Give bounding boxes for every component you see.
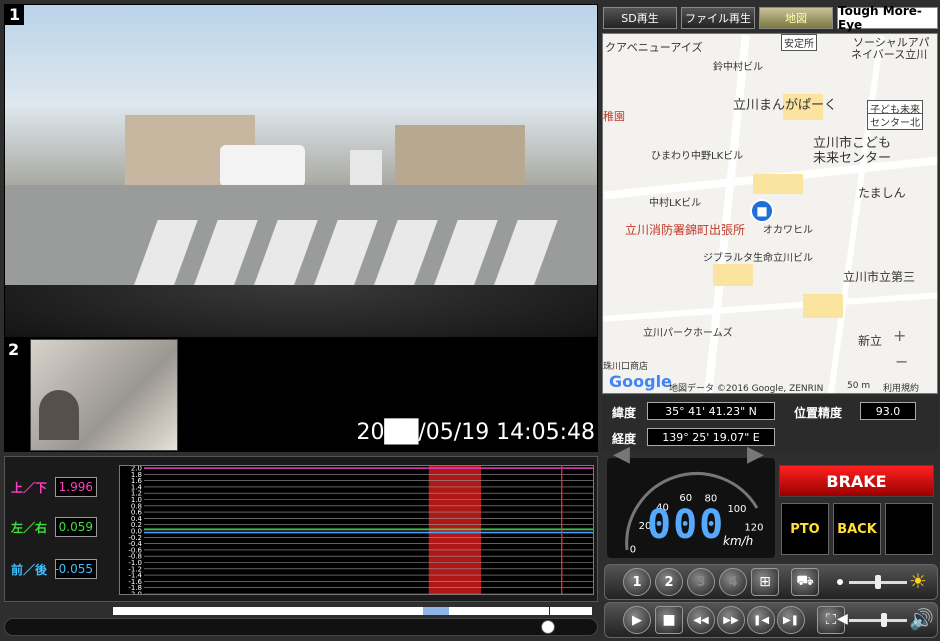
map-attribution: 地図データ ©2016 Google, ZENRIN [669,384,824,394]
seek-bar[interactable] [4,618,598,636]
speed-unit: km/h [723,534,754,548]
volume-high-icon: 🔊 [909,607,934,631]
brake-indicator: BRAKE [779,465,934,497]
latitude-value: 35° 41' 41.23" N [647,402,775,420]
step-forward-button[interactable]: ▶❚ [777,606,805,634]
pto-indicator: PTO [781,503,829,555]
truck-icon[interactable]: ⛟ [791,568,819,596]
playback-control-row: ▶ ■ ◀◀ ▶▶ ❚◀ ▶❚ ⛶ ◀ 🔊 [604,602,938,638]
camera-2-view[interactable] [30,339,178,451]
tab-file-playback[interactable]: ファイル再生 [681,7,755,29]
map-label: 新立 [858,334,883,348]
map-label: 立川市立第三 [843,270,916,284]
volume-low-icon: ◀ [837,611,848,627]
map-label: 稚園 [603,110,625,123]
play-button[interactable]: ▶ [623,606,651,634]
map-label: 安定所 [781,34,817,51]
camera-number: 2 [8,340,20,359]
map-label: 立川消防署錦町出張所 [625,223,746,237]
camera-control-row: 1 2 3 4 ⊞ ⛟ ☀ [604,564,938,600]
g-sensor-chart[interactable]: 2.01.81.61.41.21.00.80.60.40.20.0-0.2-0.… [119,465,594,595]
arrow-right-icon[interactable]: ▶ [747,442,764,467]
camera-4-button[interactable]: 4 [719,568,747,596]
google-logo: Google [609,372,672,391]
vehicle [350,150,382,186]
brightness-low-icon [837,579,843,585]
accuracy-label: 位置精度 [794,406,843,420]
vehicle [220,145,305,187]
map-scale: 50 m [847,381,871,391]
map-view[interactable]: クアベニューアイズ 安定所 ソーシャルアパ ネイバース立川 鈴中村ビル 立川まん… [602,33,938,394]
speed-tick-label: 0 [630,544,636,555]
map-label: たましん [858,186,906,200]
camera-1-button[interactable]: 1 [623,568,651,596]
map-road [603,292,937,322]
back-indicator: BACK [833,503,881,555]
map-label: 鈴中村ビル [713,62,763,73]
map-label: 中村LKビル [649,198,702,209]
map-label: 立川パークホームズ [643,328,733,339]
speed-value: 000 [647,502,726,548]
updown-value: 1.996 [55,477,97,497]
updown-label: 上／下 [11,481,48,495]
camera-number: 1 [5,5,25,25]
frontback-label: 前／後 [11,563,48,577]
zoom-in-button[interactable]: + [893,326,906,345]
speed-tick-label: 100 [727,504,746,515]
map-label: 未来センター [813,151,892,166]
chart-tick-label: -2.0 [128,591,142,596]
arrow-left-icon[interactable]: ◀ [613,442,630,467]
leftright-value: 0.059 [55,517,97,537]
view-tabs: SD再生 ファイル再生 地図 Tough More-Eye [603,4,938,32]
timeline-bar[interactable] [113,607,592,615]
leftright-label: 左／右 [11,521,48,535]
chart-highlight [428,466,481,594]
step-back-button[interactable]: ❚◀ [747,606,775,634]
timeline-cursor [549,607,550,615]
status-indicator-empty [885,503,933,555]
map-terms-link[interactable]: 利用規約 [883,381,919,393]
map-block [753,174,803,194]
g-sensor-panel: 上／下 1.996 左／右 0.059 前／後 -0.055 2.0 1.8 1.6… [4,456,598,602]
frontback-value: -0.055 [54,559,97,579]
map-block [713,264,753,286]
brightness-knob[interactable] [875,575,881,589]
map-label: センター北 [867,113,923,130]
dashboard [5,285,597,337]
fast-forward-button[interactable]: ▶▶ [717,606,745,634]
latitude-label: 緯度 [612,406,637,420]
stop-button[interactable]: ■ [655,606,683,634]
rewind-button[interactable]: ◀◀ [687,606,715,634]
map-label: ネイバース立川 [851,48,928,61]
volume-knob[interactable] [881,613,887,627]
map-block [803,294,843,318]
map-label: オカワヒル [763,225,813,236]
seek-knob[interactable] [541,620,555,634]
accuracy-value: 93.0 [860,402,916,420]
vehicle-position-icon: ■ [750,199,774,223]
gps-panel: 緯度 35° 41' 41.23" N 経度 139° 25' 19.07" E… [602,396,938,452]
building [395,125,525,185]
map-road [704,34,750,393]
camera-2-button[interactable]: 2 [655,568,683,596]
speedometer: 0 20 40 60 80 100 120 ◀ ▶ 000 km/h [607,442,775,558]
driver [39,390,79,440]
map-label: ジブラルタ生命立川ビル [703,253,813,264]
camera-1-view[interactable]: 1 [4,4,598,338]
map-label: 珠川口商店 [603,362,649,372]
zoom-out-button[interactable]: − [895,352,908,371]
tab-sd-playback[interactable]: SD再生 [603,7,677,29]
timeline-marker [423,607,449,615]
volume-slider[interactable] [849,619,907,622]
brand-label: Tough More-Eye [837,4,938,32]
tab-map[interactable]: 地図 [759,7,833,29]
speed-tick-label: 120 [744,522,763,533]
timestamp: 20██/05/19 14:05:48 [356,420,595,445]
map-label: ひまわり中野LKビル [651,151,744,162]
camera-3-button[interactable]: 3 [687,568,715,596]
brightness-high-icon: ☀ [909,569,927,593]
map-label: クアベニューアイズ [605,41,703,54]
grid-view-icon[interactable]: ⊞ [751,568,779,596]
map-label: 立川まんがぱーく [733,98,838,113]
